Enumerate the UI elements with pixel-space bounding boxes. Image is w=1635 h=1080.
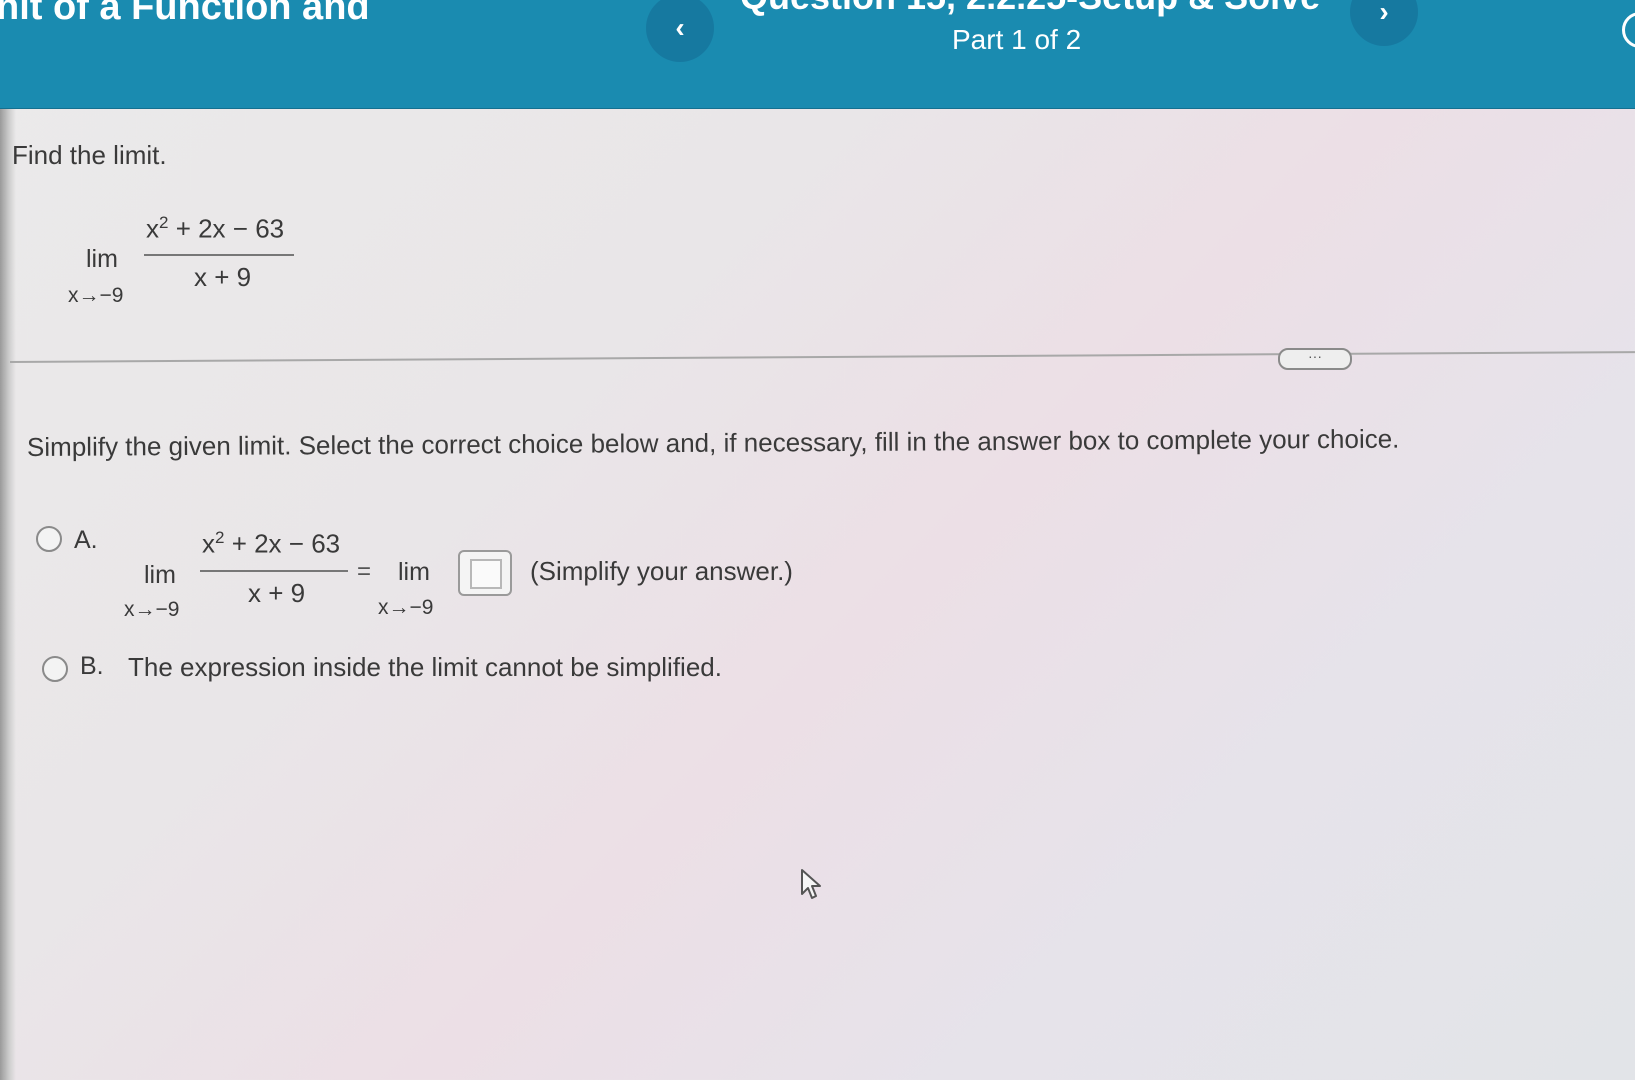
previous-question-button[interactable]: ‹ (646, 0, 714, 62)
denominator: x + 9 (248, 578, 306, 608)
lim-approach: x→−9 (68, 284, 124, 307)
chevron-right-icon: › (1379, 0, 1389, 27)
equals-sign: = (357, 558, 372, 585)
help-icon[interactable] (1622, 12, 1635, 48)
numerator: x2 + 2x − 63 (202, 528, 341, 559)
choice-b-letter: B. (80, 652, 104, 680)
fraction-bar (144, 254, 294, 256)
choice-b-text: The expression inside the limit cannot b… (128, 652, 722, 682)
problem-prompt: Find the limit. (12, 140, 167, 170)
section-divider (9, 351, 1635, 363)
mouse-pointer-icon (801, 869, 821, 899)
choice-a-letter: A. (74, 526, 98, 554)
simplify-note: (Simplify your answer.) (530, 556, 793, 586)
question-label: Question 15, 2.2.25-Setup & Solve (740, 0, 1320, 18)
denominator: x + 9 (194, 262, 252, 292)
rhs-lim-text: lim (398, 558, 430, 586)
chevron-left-icon: ‹ (675, 12, 685, 43)
lim-text: lim (86, 245, 118, 273)
answer-input-field[interactable] (470, 559, 502, 589)
next-question-button[interactable]: › (1350, 0, 1418, 46)
choice-b-radio[interactable] (42, 656, 68, 682)
screen-edge (0, 95, 16, 1080)
numerator: x2 + 2x − 63 (146, 213, 285, 244)
header-bar: nit of a Function and ‹ Question 15, 2.2… (0, 0, 1635, 109)
instruction-text: Simplify the given limit. Select the cor… (26, 423, 1400, 462)
rhs-lim-approach: x→−9 (378, 596, 434, 619)
choice-a-radio[interactable] (36, 526, 62, 552)
expand-more-button[interactable]: ··· (1278, 348, 1352, 370)
assignment-title: nit of a Function and (0, 0, 370, 28)
fraction-bar (200, 570, 348, 572)
lim-approach: x→−9 (124, 598, 180, 621)
answer-input-box[interactable] (458, 550, 512, 596)
part-label: Part 1 of 2 (952, 24, 1082, 55)
lim-text: lim (144, 561, 176, 589)
